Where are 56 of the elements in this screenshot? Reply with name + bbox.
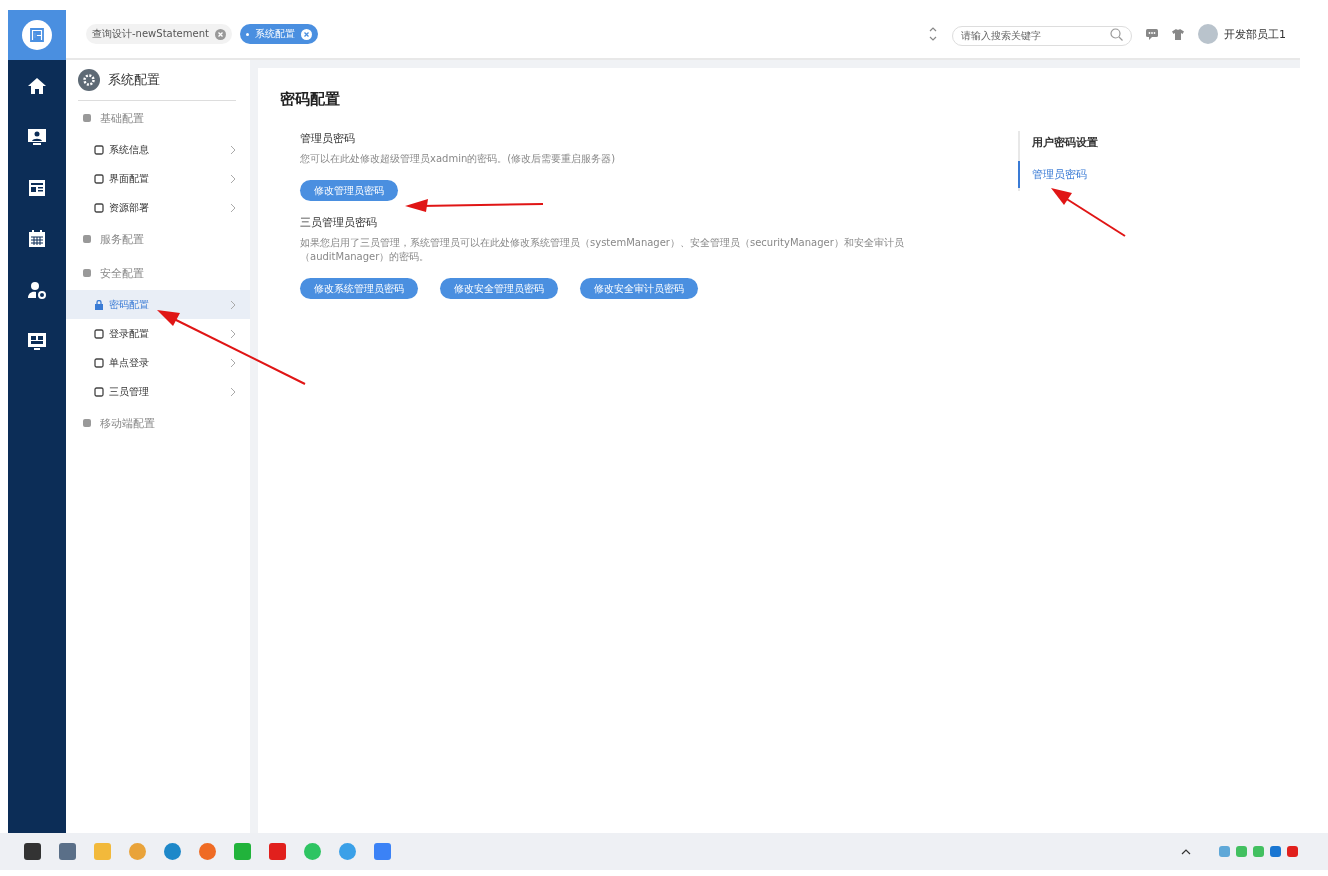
user-name[interactable]: 开发部员工1 [1224, 26, 1286, 42]
tray-icon[interactable] [1287, 846, 1298, 857]
chevron-right-icon [230, 202, 236, 213]
chevron-right-icon [230, 386, 236, 397]
expand-collapse-icon[interactable] [928, 25, 938, 43]
tray-icon[interactable] [1236, 846, 1247, 857]
sidebar-title: 系统配置 [108, 71, 160, 89]
change-password-button[interactable]: 修改管理员密码 [300, 180, 398, 201]
home-icon[interactable] [27, 75, 47, 96]
monitor-user-icon[interactable] [27, 126, 47, 147]
close-icon[interactable] [300, 28, 312, 40]
tab[interactable]: 系统配置 [239, 24, 318, 44]
user-settings-icon[interactable] [27, 279, 47, 300]
chevron-right-icon [230, 173, 236, 184]
chevron-right-icon [230, 144, 236, 155]
menu-group[interactable]: 安全配置 [82, 256, 236, 290]
page-title: 密码配置 [280, 90, 341, 109]
chevron-up-icon[interactable] [1181, 848, 1191, 855]
gear-icon [78, 69, 100, 91]
dashboard-icon[interactable] [27, 330, 47, 351]
menu-item[interactable]: 密码配置 [66, 290, 250, 319]
close-icon[interactable] [214, 28, 226, 40]
document-icon[interactable] [27, 177, 47, 198]
search-field[interactable]: 请输入搜索关键字 [952, 25, 1132, 46]
section-heading: 管理员密码 [300, 131, 356, 146]
shirt-icon[interactable] [1172, 28, 1184, 40]
logo-icon [22, 20, 52, 50]
menu-item[interactable]: 界面配置 [66, 164, 250, 193]
lock-icon [94, 299, 104, 310]
menu-item[interactable]: 资源部署 [66, 193, 250, 222]
tray-icon[interactable] [1253, 846, 1264, 857]
logo-tile[interactable] [8, 10, 66, 60]
tab[interactable]: 查询设计-newStatement [86, 24, 232, 44]
avatar[interactable] [1198, 24, 1218, 44]
search-icon[interactable] [1110, 28, 1123, 41]
change-password-button[interactable]: 修改系统管理员密码 [300, 278, 418, 299]
calendar-icon[interactable] [27, 228, 47, 249]
tray-icon[interactable] [1219, 846, 1230, 857]
menu-group[interactable]: 移动端配置 [82, 406, 236, 440]
menu-item[interactable]: 登录配置 [66, 319, 250, 348]
change-password-button[interactable]: 修改安全管理员密码 [440, 278, 558, 299]
menu-item[interactable]: 系统信息 [66, 135, 250, 164]
tray-icon[interactable] [1270, 846, 1281, 857]
change-password-button[interactable]: 修改安全审计员密码 [580, 278, 698, 299]
anchor-title: 用户密码设置 [1031, 135, 1099, 151]
menu-item[interactable]: 单点登录 [66, 348, 250, 377]
chevron-right-icon [230, 299, 236, 310]
menu-group[interactable]: 基础配置 [82, 101, 236, 135]
section-description: 如果您启用了三员管理，系统管理员可以在此处修改系统管理员（systemManager）、安全管理员（securityManager）和安全审计员（auditManager）的密码。 [300, 236, 905, 264]
menu-item[interactable]: 三员管理 [66, 377, 250, 406]
chevron-right-icon [230, 357, 236, 368]
section-description: 您可以在此处修改超级管理员xadmin的密码。(修改后需要重启服务器) [300, 152, 617, 166]
section-heading: 三员管理员密码 [300, 215, 378, 230]
menu-group[interactable]: 服务配置 [82, 222, 236, 256]
chevron-right-icon [230, 328, 236, 339]
chat-icon[interactable] [1146, 28, 1158, 40]
